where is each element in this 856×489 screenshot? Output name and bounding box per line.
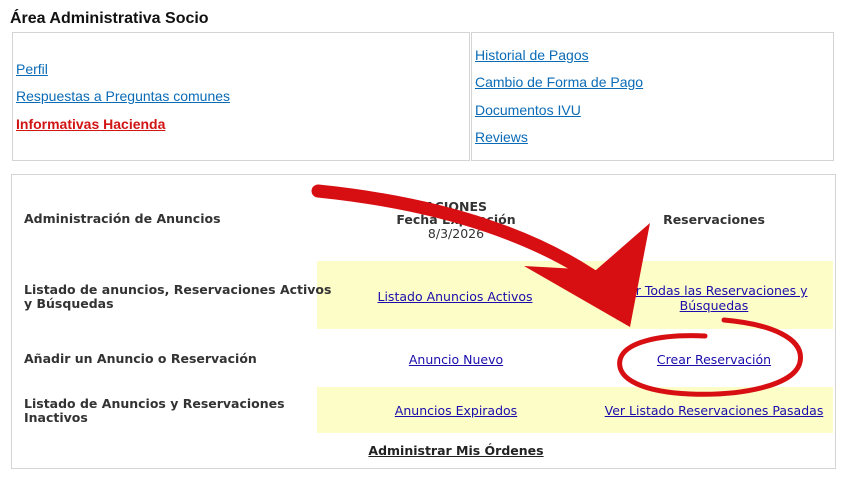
active-listings-label-line1: Listado de anuncios, Reservaciones Activ… [24, 282, 332, 297]
expiration-date-heading: Fecha Expiración [396, 212, 516, 227]
manage-orders-link[interactable]: Administrar Mis Órdenes [356, 443, 556, 458]
active-listings-label-line2: y Búsquedas [24, 296, 114, 311]
all-reservations-link[interactable]: Ver Todas las Reservaciones y Búsquedas [604, 283, 824, 313]
faq-link[interactable]: Respuestas a Preguntas comunes [16, 88, 230, 104]
past-reservations-link[interactable]: Ver Listado Reservaciones Pasadas [604, 403, 824, 418]
page-title: Área Administrativa Socio [10, 10, 209, 27]
add-listing-label: Añadir un Anuncio o Reservación [24, 351, 257, 366]
all-reservations-link-line2: Búsquedas [679, 298, 749, 313]
active-ads-link[interactable]: Listado Anuncios Activos [370, 289, 540, 304]
all-reservations-link-line1: Ver Todas las Reservaciones y [620, 283, 808, 298]
inactive-listings-label-line2: Inactivos [24, 410, 88, 425]
profile-link[interactable]: Perfil [16, 61, 48, 77]
hacienda-info-link[interactable]: Informativas Hacienda [16, 116, 165, 132]
ads-admin-heading: Administración de Anuncios [24, 211, 221, 226]
change-payment-method-link[interactable]: Cambio de Forma de Pago [475, 74, 643, 90]
create-reservation-link[interactable]: Crear Reservación [634, 352, 794, 367]
expired-ads-link[interactable]: Anuncios Expirados [376, 403, 536, 418]
inactive-listings-label: Listado de Anuncios y Reservaciones Inac… [24, 397, 285, 425]
reservations-column-heading: Reservaciones [663, 212, 765, 227]
ivu-documents-link[interactable]: Documentos IVU [475, 102, 581, 118]
reviews-link[interactable]: Reviews [475, 129, 528, 145]
inactive-listings-label-line1: Listado de Anuncios y Reservaciones [24, 396, 285, 411]
expiration-date-value: 8/3/2026 [427, 226, 485, 241]
new-ad-link[interactable]: Anuncio Nuevo [376, 352, 536, 367]
payment-history-link[interactable]: Historial de Pagos [475, 47, 589, 63]
active-listings-label: Listado de anuncios, Reservaciones Activ… [24, 283, 331, 311]
